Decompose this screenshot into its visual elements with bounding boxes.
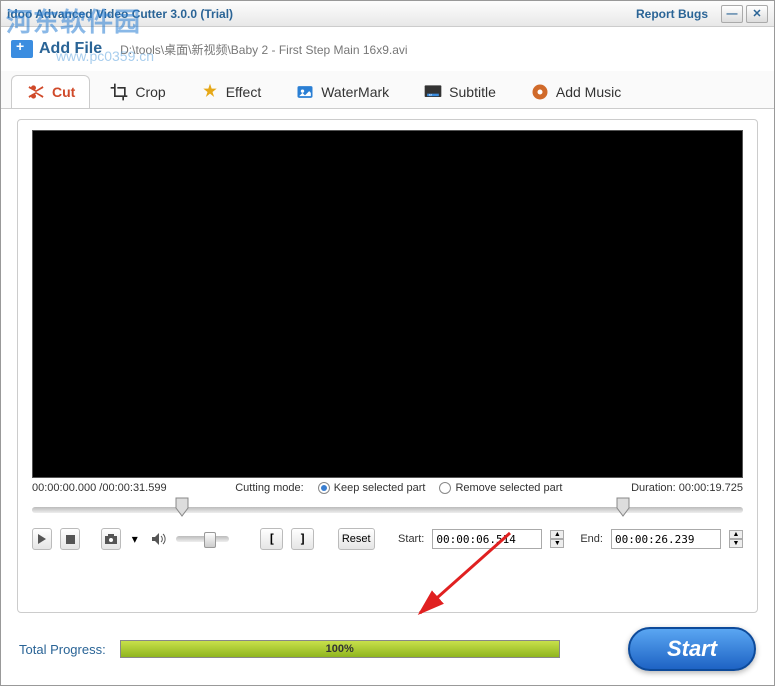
subtitle-icon: ST (423, 82, 443, 102)
minimize-button[interactable]: — (721, 5, 743, 23)
tab-watermark[interactable]: WaterMark (280, 75, 404, 108)
snapshot-dropdown[interactable]: ▾ (129, 528, 141, 550)
report-bugs-link[interactable]: Report Bugs (636, 7, 708, 21)
end-time-spinner[interactable]: ▲▼ (729, 530, 743, 548)
file-toolbar: Add File D:\tools\桌面\新视频\Baby 2 - First … (1, 27, 774, 71)
file-path: D:\tools\桌面\新视频\Baby 2 - First Step Main… (120, 41, 407, 58)
editor-panel: 00:00:00.000 /00:00:31.599 Cutting mode:… (17, 119, 758, 613)
add-file-icon (11, 40, 33, 58)
end-time-input[interactable] (611, 529, 721, 549)
mark-out-button[interactable]: ] (291, 528, 314, 550)
slider-track (32, 507, 743, 513)
music-icon (530, 82, 550, 102)
video-preview[interactable] (32, 130, 743, 478)
volume-slider[interactable] (176, 536, 229, 542)
tab-subtitle[interactable]: ST Subtitle (408, 75, 511, 108)
range-slider[interactable] (32, 496, 743, 522)
mark-in-button[interactable]: [ (260, 528, 283, 550)
duration-display: Duration: 00:00:19.725 (631, 482, 743, 494)
start-time-spinner[interactable]: ▲▼ (550, 530, 564, 548)
crop-icon (109, 82, 129, 102)
titlebar: idoo Advanced Video Cutter 3.0.0 (Trial)… (1, 1, 774, 27)
tab-cut[interactable]: Cut (11, 75, 90, 108)
play-button[interactable] (32, 528, 52, 550)
tab-effect-label: Effect (226, 84, 262, 100)
reset-button[interactable]: Reset (338, 528, 375, 550)
progress-bar: 100% (120, 640, 560, 658)
snapshot-button[interactable] (101, 528, 121, 550)
tab-watermark-label: WaterMark (321, 84, 389, 100)
playback-position: 00:00:00.000 /00:00:31.599 (32, 482, 167, 494)
tab-subtitle-label: Subtitle (449, 84, 496, 100)
close-button[interactable]: ✕ (746, 5, 768, 23)
keep-selected-radio[interactable]: Keep selected part (318, 482, 426, 494)
stop-button[interactable] (60, 528, 80, 550)
add-file-label: Add File (39, 40, 102, 58)
volume-icon[interactable] (149, 528, 169, 550)
effect-icon (200, 82, 220, 102)
tab-cut-label: Cut (52, 84, 75, 100)
start-time-label: Start: (398, 533, 424, 545)
watermark-icon (295, 82, 315, 102)
controls-row: ▾ [ ] Reset Start: ▲▼ End: ▲▼ (32, 528, 743, 550)
tab-crop[interactable]: Crop (94, 75, 180, 108)
start-button[interactable]: Start (628, 627, 756, 671)
tab-add-music[interactable]: Add Music (515, 75, 636, 108)
tab-bar: Cut Crop Effect WaterMark ST Subtitle Ad… (1, 71, 774, 109)
time-info-row: 00:00:00.000 /00:00:31.599 Cutting mode:… (32, 478, 743, 494)
start-time-input[interactable] (432, 529, 542, 549)
remove-selected-radio[interactable]: Remove selected part (439, 482, 562, 494)
progress-text: 100% (121, 641, 559, 657)
footer: Total Progress: 100% Start (1, 619, 774, 685)
progress-label: Total Progress: (19, 642, 106, 657)
cutting-mode-label: Cutting mode: (235, 482, 303, 494)
end-time-label: End: (580, 533, 603, 545)
slider-start-handle[interactable] (174, 496, 190, 520)
window-title: idoo Advanced Video Cutter 3.0.0 (Trial) (7, 7, 636, 21)
tab-effect[interactable]: Effect (185, 75, 277, 108)
svg-text:ST: ST (429, 94, 433, 97)
slider-end-handle[interactable] (615, 496, 631, 520)
tab-crop-label: Crop (135, 84, 165, 100)
scissors-icon (26, 82, 46, 102)
tab-add-music-label: Add Music (556, 84, 621, 100)
add-file-button[interactable]: Add File (11, 40, 102, 58)
